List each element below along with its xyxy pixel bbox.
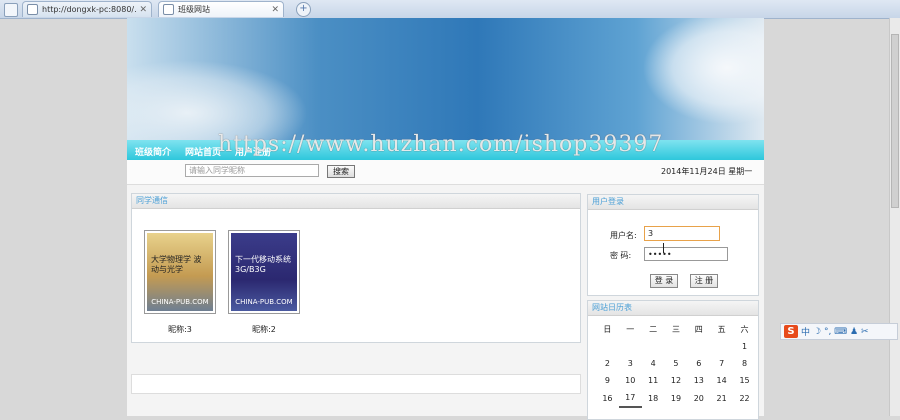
calendar-day[interactable]: 8: [733, 355, 756, 372]
nav-item-home[interactable]: 网站首页: [185, 145, 221, 158]
calendar-day[interactable]: 4: [642, 355, 665, 372]
browser-tab-2[interactable]: 班级网站 ✕: [158, 1, 284, 17]
calendar-day[interactable]: 13: [687, 372, 710, 389]
search-row: 请输入同学昵称 搜索 2014年11月24日 星期一: [127, 160, 764, 185]
classmates-panel: 同学通信 大学物理学 波动与光学 CHINA-PUB.COM 昵称:3 下一代移…: [131, 193, 581, 343]
calendar-day[interactable]: 5: [665, 355, 688, 372]
calendar-day[interactable]: 18: [642, 389, 665, 407]
close-icon[interactable]: ✕: [139, 5, 147, 15]
plus-icon[interactable]: +: [296, 2, 311, 17]
calendar-day[interactable]: 15: [733, 372, 756, 389]
calendar-day[interactable]: 20: [687, 389, 710, 407]
calendar-day[interactable]: 7: [710, 355, 733, 372]
calendar-day: [642, 338, 665, 355]
calendar-day-today[interactable]: 17: [618, 389, 642, 408]
calendar-day[interactable]: 1: [733, 338, 756, 355]
tab-title: 班级网站: [178, 5, 210, 14]
current-date: 2014年11月24日 星期一: [661, 167, 753, 176]
calendar-day: [665, 338, 688, 355]
page-icon: [163, 4, 174, 15]
panel-title: 网站日历表: [588, 301, 758, 316]
calendar-day[interactable]: 10: [619, 372, 642, 389]
close-icon[interactable]: ✕: [271, 5, 279, 15]
classmate-nickname[interactable]: 昵称:3: [144, 324, 216, 335]
content-footer: [131, 374, 581, 394]
login-panel: 用户登录 用户名: 3 密 码: ••••• 登 录 注 册: [587, 194, 759, 296]
ime-toolbar[interactable]: S 中 ☽ °, ⌨ ♟ ✂: [780, 323, 898, 340]
browser-tab-1[interactable]: http://dongxk-pc:8080/... ✕: [22, 1, 152, 17]
ime-mode-chinese[interactable]: 中: [801, 325, 810, 338]
calendar-day[interactable]: 21: [710, 389, 733, 407]
calendar-day[interactable]: 11: [642, 372, 665, 389]
site-banner: [127, 18, 764, 140]
weekday-header: 二: [649, 325, 658, 334]
calendar-day[interactable]: 9: [596, 372, 619, 389]
search-button[interactable]: 搜索: [327, 165, 355, 178]
calendar-day[interactable]: 16: [596, 389, 619, 407]
calendar-day[interactable]: 12: [665, 372, 688, 389]
watermark-text: https://www.huzhan.com/ishop39397: [218, 132, 664, 157]
cover-footer: CHINA-PUB.COM: [151, 298, 209, 306]
tab-list-icon[interactable]: [4, 3, 18, 17]
weekday-header: 六: [740, 325, 749, 334]
panel-title: 用户登录: [588, 195, 758, 210]
username-label: 用户名:: [610, 231, 637, 240]
calendar-day[interactable]: 22: [733, 389, 756, 407]
calendar-day: [619, 338, 642, 355]
calendar-table: 日 一 二 三 四 五 六 1 2 3 4 5 6 7 8 9 10 11 12…: [596, 321, 756, 408]
register-button[interactable]: 注 册: [690, 274, 718, 288]
browser-tab-bar: http://dongxk-pc:8080/... ✕ 班级网站 ✕ +: [0, 0, 900, 19]
cover-footer: CHINA-PUB.COM: [235, 298, 293, 306]
password-field[interactable]: •••••: [644, 247, 728, 261]
calendar-day[interactable]: 6: [687, 355, 710, 372]
calendar-day[interactable]: 14: [710, 372, 733, 389]
site-page: 班级简介 网站首页 用户注册 请输入同学昵称 搜索 2014年11月24日 星期…: [127, 18, 764, 420]
ime-tools-icon[interactable]: ☽ °, ⌨ ♟ ✂: [813, 327, 868, 337]
calendar-day[interactable]: 2: [596, 355, 619, 372]
scrollbar-thumb[interactable]: [891, 34, 899, 208]
panel-title: 同学通信: [132, 194, 580, 209]
classmate-photo[interactable]: 下一代移动系统 3G/B3G CHINA-PUB.COM: [228, 230, 300, 314]
classmate-photo[interactable]: 大学物理学 波动与光学 CHINA-PUB.COM: [144, 230, 216, 314]
weekday-header: 一: [626, 325, 635, 334]
login-button[interactable]: 登 录: [650, 274, 678, 288]
calendar-day[interactable]: 3: [619, 355, 642, 372]
cover-title: 下一代移动系统 3G/B3G: [235, 255, 291, 274]
calendar-day: [596, 338, 619, 355]
nav-item-class-intro[interactable]: 班级简介: [135, 145, 171, 158]
password-label: 密 码:: [610, 251, 632, 260]
cover-title: 大学物理学 波动与光学: [151, 255, 202, 274]
sogou-logo-icon[interactable]: S: [784, 325, 798, 338]
tab-title: http://dongxk-pc:8080/...: [42, 5, 137, 14]
search-input[interactable]: 请输入同学昵称: [185, 164, 319, 177]
page-scrollbar[interactable]: [889, 18, 900, 416]
page-icon: [27, 4, 38, 15]
calendar-day[interactable]: 19: [665, 389, 688, 407]
calendar-day: [687, 338, 710, 355]
username-field[interactable]: 3: [644, 226, 720, 241]
weekday-header: 四: [694, 325, 703, 334]
classmate-nickname[interactable]: 昵称:2: [228, 324, 300, 335]
weekday-header: 日: [603, 325, 612, 334]
weekday-header: 三: [671, 325, 680, 334]
calendar-day: [710, 338, 733, 355]
text-cursor-icon: [663, 243, 664, 253]
weekday-header: 五: [717, 325, 726, 334]
calendar-panel: 网站日历表 日 一 二 三 四 五 六 1 2 3 4 5 6 7 8 9 10…: [587, 300, 759, 420]
